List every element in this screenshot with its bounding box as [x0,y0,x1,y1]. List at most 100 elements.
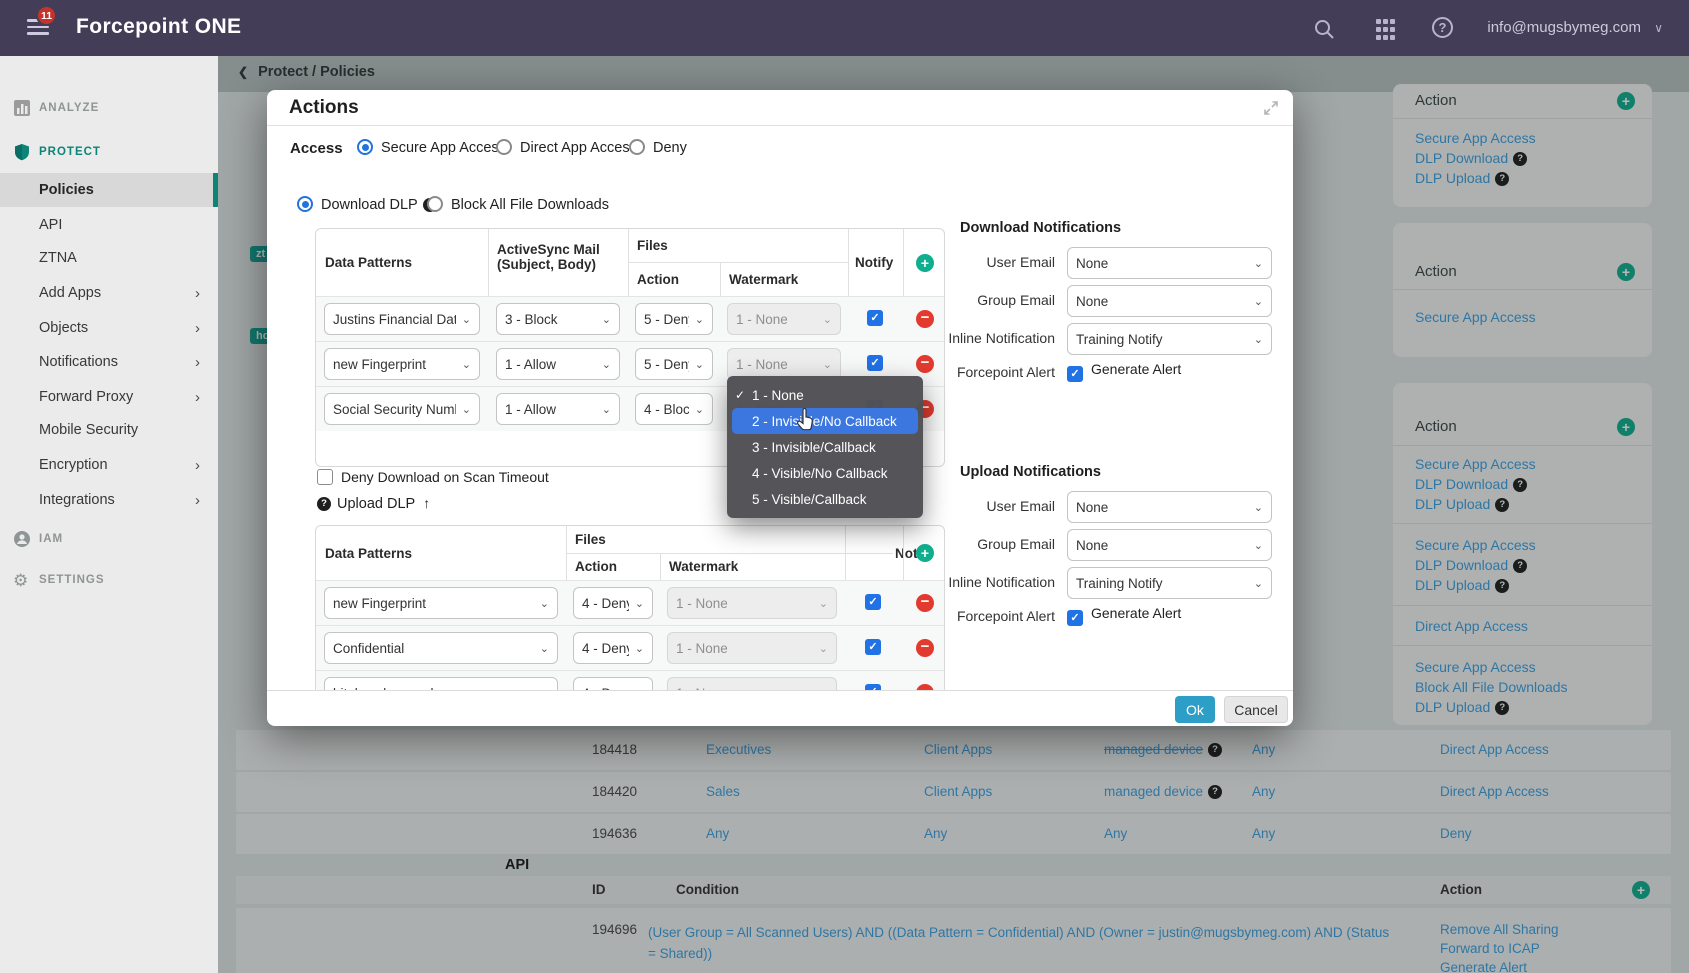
access-radio-deny[interactable]: Deny [629,139,687,157]
chevron-right-icon [195,354,200,371]
chevron-down-icon [1254,539,1263,552]
chevron-down-icon [602,313,611,326]
sidebar-section-protect[interactable]: PROTECT [0,137,218,167]
forcepoint-alert-label: Forcepoint Alert [905,364,1055,380]
top-navbar: 11 Forcepoint ONE ? info@mugsbymeg.com ∨ [0,0,1689,56]
help-icon[interactable]: ? [1432,17,1453,38]
radio-selected-icon [297,196,313,212]
user-email-label: User Email [905,254,1055,270]
inline-notification-select[interactable]: Training Notify [1067,567,1272,599]
chevron-down-icon [1254,501,1263,514]
chevron-down-icon [1254,295,1263,308]
inline-notification-label: Inline Notification [905,574,1055,590]
search-icon[interactable] [1313,18,1335,40]
deny-scan-timeout-checkbox[interactable]: Deny Download on Scan Timeout [317,469,549,487]
data-pattern-select[interactable]: bitglass-keyword [324,677,558,690]
gear-icon [13,571,31,589]
chevron-down-icon [695,358,704,371]
chevron-right-icon [195,285,200,302]
data-pattern-select[interactable]: new Fingerprint [324,587,558,619]
account-caret-icon: ∨ [1654,21,1663,35]
checkbox-icon [317,469,333,485]
sidebar-section-settings[interactable]: SETTINGS [0,565,218,595]
watermark-dropdown-menu: ✓1 - None 2 - Invisible/No Callback 3 - … [727,376,923,518]
file-action-select[interactable]: 5 - Deny [635,303,713,335]
menu-item-none[interactable]: ✓1 - None [727,382,923,408]
sidebar-item-add-apps[interactable]: Add Apps [0,278,218,308]
generate-alert-checkbox[interactable]: Generate Alert [1067,361,1181,382]
chevron-right-icon [195,320,200,337]
user-email-select[interactable]: None [1067,247,1272,279]
ok-button[interactable]: Ok [1175,696,1215,723]
sidebar-item-ztna[interactable]: ZTNA [0,243,218,273]
notification-count-badge[interactable]: 11 [36,5,57,26]
user-email-select[interactable]: None [1067,491,1272,523]
activesync-select[interactable]: 3 - Block [496,303,620,335]
inline-notification-label: Inline Notification [905,330,1055,346]
apps-grid-icon[interactable] [1376,19,1398,41]
menu-item-visible-callback[interactable]: 5 - Visible/Callback [727,486,923,512]
download-notifications-title: Download Notifications [960,220,1121,236]
group-email-select[interactable]: None [1067,285,1272,317]
data-pattern-select[interactable]: new Fingerprint [324,348,480,380]
file-action-select[interactable]: 5 - Deny [635,348,713,380]
remove-row-icon[interactable] [916,639,934,657]
col-header-data-patterns: Data Patterns [316,526,566,580]
generate-alert-checkbox[interactable]: Generate Alert [1067,605,1181,626]
sidebar-label-analyze: ANALYZE [39,102,99,114]
chevron-right-icon [195,457,200,474]
account-menu[interactable]: info@mugsbymeg.com [1487,19,1641,36]
sidebar-section-analyze[interactable]: ANALYZE [0,93,218,123]
file-action-select[interactable]: 4 - Deny [573,587,653,619]
sidebar-item-api[interactable]: API [0,210,218,240]
remove-row-icon[interactable] [916,310,934,328]
help-icon[interactable] [317,497,331,511]
file-action-select[interactable]: 4 - Deny [573,632,653,664]
file-action-select[interactable]: 4 - Deny [573,677,653,690]
group-email-label: Group Email [905,292,1055,308]
sidebar-item-integrations[interactable]: Integrations [0,485,218,515]
notify-checkbox[interactable] [865,639,881,655]
menu-item-invisible-no-callback[interactable]: 2 - Invisible/No Callback [732,408,918,434]
sidebar-item-mobile-security[interactable]: Mobile Security [0,415,218,445]
upload-dlp-table: Data Patterns Files Action Watermark Not… [315,525,945,690]
sidebar-item-forward-proxy[interactable]: Forward Proxy [0,382,218,412]
chevron-down-icon [823,358,832,371]
access-radio-direct[interactable]: Direct App Access [496,139,637,157]
download-dlp-radio[interactable]: Download DLP [297,196,437,214]
data-pattern-select[interactable]: Social Security Number [324,393,480,425]
menu-item-visible-no-callback[interactable]: 4 - Visible/No Callback [727,460,923,486]
notify-checkbox[interactable] [867,310,883,326]
cancel-button[interactable]: Cancel [1224,696,1288,723]
checkbox-checked-icon [1067,366,1083,382]
shield-icon [13,143,31,161]
modal-footer: Ok Cancel [267,690,1293,726]
watermark-select: 1 - None [727,303,841,335]
col-header-data-patterns: Data Patterns [316,229,488,296]
chevron-down-icon [1254,577,1263,590]
block-downloads-radio[interactable]: Block All File Downloads [427,196,609,214]
sidebar-item-notifications[interactable]: Notifications [0,347,218,377]
group-email-select[interactable]: None [1067,529,1272,561]
notify-checkbox[interactable] [867,355,883,371]
inline-notification-select[interactable]: Training Notify [1067,323,1272,355]
chevron-down-icon [819,642,828,655]
data-pattern-select[interactable]: Justins Financial Data [324,303,480,335]
activesync-select[interactable]: 1 - Allow [496,348,620,380]
expand-icon[interactable] [1263,100,1279,116]
sidebar-item-objects[interactable]: Objects [0,313,218,343]
chevron-down-icon [540,597,549,610]
menu-item-invisible-callback[interactable]: 3 - Invisible/Callback [727,434,923,460]
activesync-select[interactable]: 1 - Allow [496,393,620,425]
notify-checkbox[interactable] [865,594,881,610]
radio-icon [629,139,645,155]
data-pattern-select[interactable]: Confidential [324,632,558,664]
sidebar-section-iam[interactable]: IAM [0,524,218,554]
access-radio-secure[interactable]: Secure App Access [357,139,506,157]
col-header-files: Files [628,229,848,262]
chevron-down-icon [602,403,611,416]
col-header-action: Action [566,553,660,580]
sidebar-item-encryption[interactable]: Encryption [0,450,218,480]
sidebar-item-policies[interactable]: Policies [0,175,218,205]
file-action-select[interactable]: 4 - Block [635,393,713,425]
